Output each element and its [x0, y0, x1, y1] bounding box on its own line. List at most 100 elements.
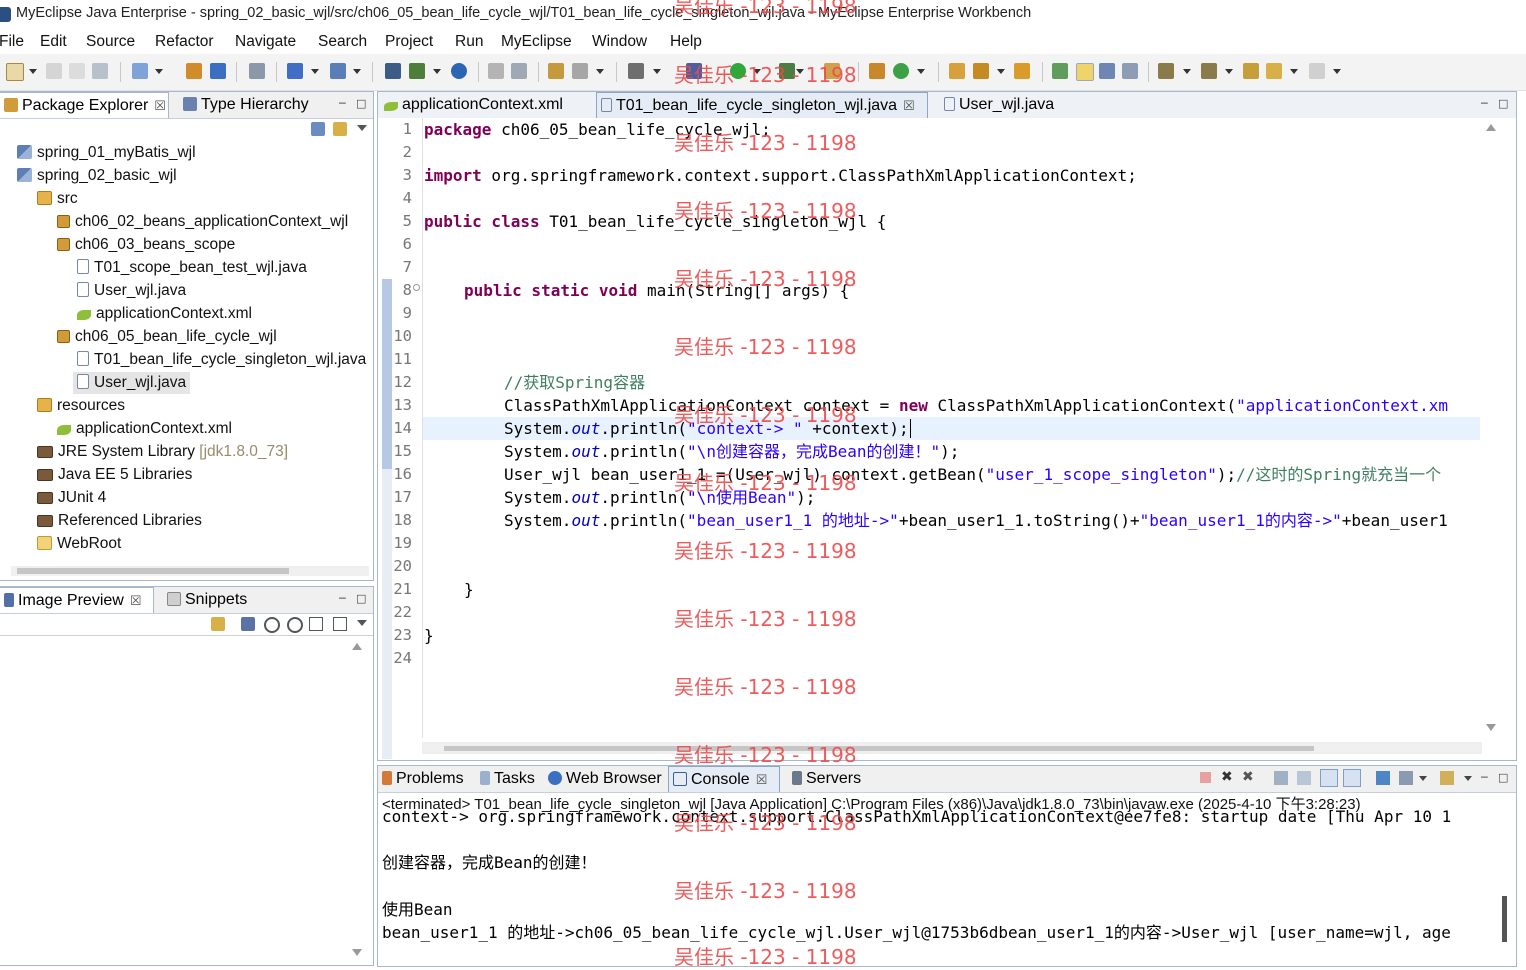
scroll-up-icon[interactable] [1486, 124, 1496, 131]
remove-all-icon[interactable]: ✖ [1242, 769, 1254, 785]
console-output[interactable]: context-> org.springframework.context.su… [378, 810, 1496, 966]
menu-search[interactable]: Search [318, 33, 367, 51]
tree-item[interactable]: Java EE 5 Libraries [37, 464, 192, 486]
debug-icon[interactable] [287, 63, 303, 79]
menu-myeclipse[interactable]: MyEclipse [501, 33, 572, 51]
new-class-icon[interactable] [869, 63, 885, 79]
prev-annotation-dropdown-icon[interactable] [1225, 69, 1233, 74]
tab-web-browser[interactable]: Web Browser [544, 766, 666, 792]
open-package-icon[interactable] [210, 63, 226, 79]
highlight-icon[interactable] [1076, 63, 1094, 81]
tree-item[interactable]: resources [37, 395, 125, 417]
tree-item[interactable]: ch06_05_bean_life_cycle_wjl [57, 326, 277, 348]
pen-dropdown-icon[interactable] [997, 69, 1005, 74]
open-console-dropdown-icon[interactable] [1464, 776, 1472, 781]
minimize-icon[interactable]: ─ [339, 592, 346, 605]
print-icon[interactable] [92, 63, 108, 79]
external-tools-icon[interactable] [779, 63, 795, 79]
deploy-icon[interactable] [132, 63, 148, 79]
actual-size-icon[interactable] [309, 617, 323, 631]
coverage-icon[interactable] [824, 63, 840, 79]
new-java-dropdown-icon[interactable] [917, 69, 925, 74]
tree-item[interactable]: spring_02_basic_wjl [17, 165, 177, 187]
tree-item[interactable]: JRE System Library [jdk1.8.0_73] [37, 441, 288, 463]
tab-application-context-xml[interactable]: applicationContext.xml [380, 92, 590, 118]
show-whitespace-icon[interactable] [1122, 63, 1138, 79]
server-icon[interactable] [385, 63, 401, 79]
tree-item[interactable]: T01_bean_life_cycle_singleton_wjl.java [77, 349, 366, 371]
display-console-icon[interactable] [1399, 771, 1413, 785]
horizontal-scrollbar-thumb[interactable] [17, 568, 289, 574]
tree-item[interactable]: applicationContext.xml [77, 303, 252, 325]
close-icon[interactable]: ☒ [903, 98, 915, 113]
globe-icon[interactable] [451, 63, 467, 79]
scroll-down-icon[interactable] [1486, 724, 1496, 731]
tab-console[interactable]: Console ☒ [668, 766, 780, 792]
fold-icon[interactable] [413, 284, 420, 291]
fit-window-icon[interactable] [333, 617, 347, 631]
search-dropdown-icon[interactable] [353, 69, 361, 74]
tree-item[interactable]: WebRoot [37, 533, 121, 555]
menu-file[interactable]: File [0, 33, 24, 51]
scroll-lock-icon[interactable] [1297, 771, 1311, 785]
search-icon[interactable] [330, 63, 346, 79]
minimize-icon[interactable]: ─ [339, 97, 346, 110]
tree-item[interactable]: Referenced Libraries [37, 510, 202, 532]
tree-item[interactable]: spring_01_myBatis_wjl [17, 142, 196, 164]
menu-run[interactable]: Run [455, 33, 483, 51]
menu-source[interactable]: Source [86, 33, 135, 51]
run-icon[interactable] [730, 63, 746, 79]
view-menu-icon[interactable] [357, 620, 367, 626]
tree-item-selected[interactable]: User_wjl.java [73, 372, 191, 394]
camera-dropdown-icon[interactable] [653, 69, 661, 74]
tab-servers[interactable]: Servers [788, 766, 872, 792]
pin-console-icon[interactable] [1376, 771, 1390, 785]
tree-item[interactable]: T01_scope_bean_test_wjl.java [77, 257, 307, 279]
tree-item[interactable]: JUnit 4 [37, 487, 106, 509]
tree-item[interactable]: ch06_02_beans_applicationContext_wjl [57, 211, 348, 233]
run-server-icon[interactable] [409, 63, 425, 79]
forward-history-icon[interactable] [511, 63, 527, 79]
menu-window[interactable]: Window [592, 33, 647, 51]
menu-project[interactable]: Project [385, 33, 433, 51]
fit-image-icon[interactable] [241, 617, 255, 631]
zoom-out-icon[interactable] [264, 617, 280, 633]
show-stderr-icon[interactable] [1343, 769, 1361, 787]
scroll-down-icon[interactable] [352, 949, 362, 956]
display-console-dropdown-icon[interactable] [1419, 776, 1427, 781]
tree-item[interactable]: src [37, 188, 78, 210]
new-java-icon[interactable] [893, 63, 909, 79]
forward-icon[interactable] [1309, 63, 1325, 79]
back-history-icon[interactable] [488, 63, 504, 79]
back-icon[interactable] [1266, 63, 1282, 79]
tree-item[interactable]: applicationContext.xml [57, 418, 232, 440]
pen-icon[interactable] [973, 63, 989, 79]
tab-problems[interactable]: Problems [378, 766, 474, 792]
maximize-icon[interactable]: □ [356, 97, 366, 110]
horizontal-scrollbar-thumb[interactable] [444, 746, 1314, 751]
link-with-editor-icon[interactable] [333, 122, 347, 136]
tab-tasks[interactable]: Tasks [476, 766, 542, 792]
back-dropdown-icon[interactable] [1290, 69, 1298, 74]
clear-console-icon[interactable] [1274, 771, 1288, 785]
new-dropdown-icon[interactable] [29, 69, 37, 74]
menu-navigate[interactable]: Navigate [235, 33, 296, 51]
menu-refactor[interactable]: Refactor [155, 33, 214, 51]
maximize-icon[interactable]: □ [356, 592, 366, 605]
tab-snippets[interactable]: Snippets [163, 587, 255, 613]
tab-type-hierarchy[interactable]: Type Hierarchy [179, 92, 319, 118]
collapse-all-icon[interactable] [311, 122, 325, 136]
debug-run-icon[interactable] [686, 63, 702, 79]
tab-package-explorer[interactable]: Package Explorer ☒ [0, 92, 169, 118]
open-type-icon[interactable] [186, 63, 202, 79]
vertical-scrollbar-thumb[interactable] [1502, 896, 1507, 942]
prev-annotation-icon[interactable] [1201, 63, 1217, 79]
tree-item[interactable]: User_wjl.java [77, 280, 186, 302]
next-annotation-dropdown-icon[interactable] [1183, 69, 1191, 74]
tab-t01-bean-life-cycle[interactable]: T01_bean_life_cycle_singleton_wjl.java ☒ [596, 92, 928, 118]
lock-icon[interactable] [249, 63, 265, 79]
last-edit-icon[interactable] [1243, 63, 1259, 79]
new-icon[interactable] [6, 63, 24, 81]
show-stdout-icon[interactable] [1320, 769, 1338, 787]
toggle-mark-icon[interactable] [1052, 63, 1068, 79]
